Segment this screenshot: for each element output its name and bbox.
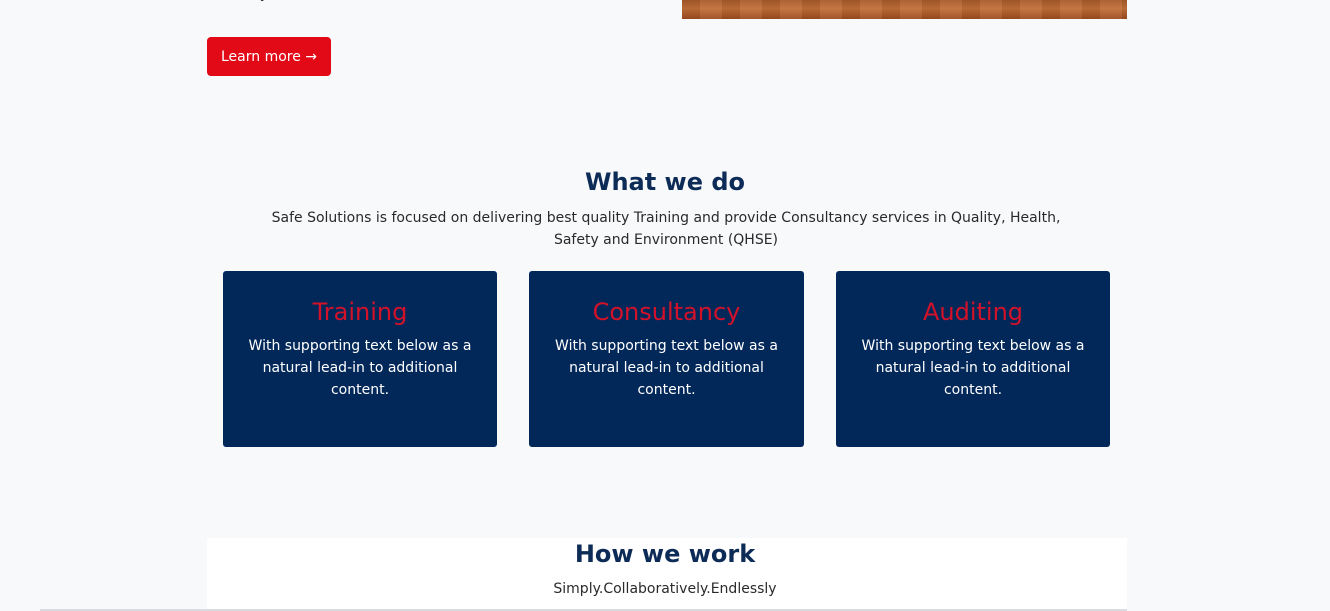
card-title: Consultancy [592, 298, 741, 326]
training-card: Training With supporting text below as a… [223, 271, 497, 447]
card-title: Training [312, 298, 408, 326]
what-we-do-description: Safe Solutions is focused on delivering … [271, 210, 1061, 248]
what-we-do-title: What we do [584, 168, 746, 196]
how-we-work-subtitle: Simply.Collaboratively.Endlessly [553, 581, 777, 597]
card-text: With supporting text below as a natural … [861, 338, 1085, 398]
learn-more-button[interactable]: Learn more → [207, 37, 331, 76]
card-title: Auditing [922, 298, 1024, 326]
hero-image [682, 0, 1127, 19]
auditing-card: Auditing With supporting text below as a… [836, 271, 1110, 447]
page: y Learn more → What we do Safe Solutions… [0, 0, 1330, 611]
card-text: With supporting text below as a natural … [248, 338, 472, 398]
how-we-work-title: How we work [574, 540, 756, 568]
hero-text-fragment: y [258, 0, 280, 1]
consultancy-card: Consultancy With supporting text below a… [529, 271, 804, 447]
card-text: With supporting text below as a natural … [555, 338, 778, 398]
